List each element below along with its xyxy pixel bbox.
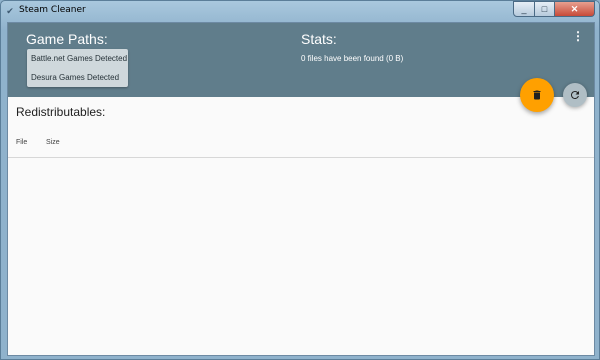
delete-button[interactable] [520,78,554,112]
detected-list: Battle.net Games Detected Desura Games D… [27,49,128,87]
title-bar[interactable]: ✔ Steam Cleaner _ □ ✕ [1,1,599,21]
refresh-button[interactable] [563,83,587,107]
window-controls: _ □ ✕ [513,1,595,17]
column-header-size[interactable]: Size [46,139,60,146]
game-paths-title: Game Paths: [26,31,108,47]
detected-item-battlenet[interactable]: Battle.net Games Detected [27,49,128,68]
app-window: ✔ Steam Cleaner _ □ ✕ Game Paths: Battle… [0,0,600,360]
redistributables-table-body [8,158,594,355]
more-vert-icon[interactable]: ⋮ [572,29,584,43]
main-content: Game Paths: Battle.net Games Detected De… [7,22,595,356]
stats-title: Stats: [301,31,337,47]
detected-item-desura[interactable]: Desura Games Detected [27,68,128,87]
window-title: Steam Cleaner [19,5,86,15]
minimize-button[interactable]: _ [513,1,535,17]
refresh-icon [571,91,579,99]
column-header-file[interactable]: File [16,139,27,146]
stats-text: 0 files have been found (0 B) [301,54,404,63]
redistributables-title: Redistributables: [16,105,106,119]
close-button[interactable]: ✕ [555,1,595,17]
app-icon: ✔ [6,6,14,16]
maximize-button[interactable]: □ [535,1,555,17]
header-panel: Game Paths: Battle.net Games Detected De… [8,23,594,97]
trash-icon [533,90,541,100]
